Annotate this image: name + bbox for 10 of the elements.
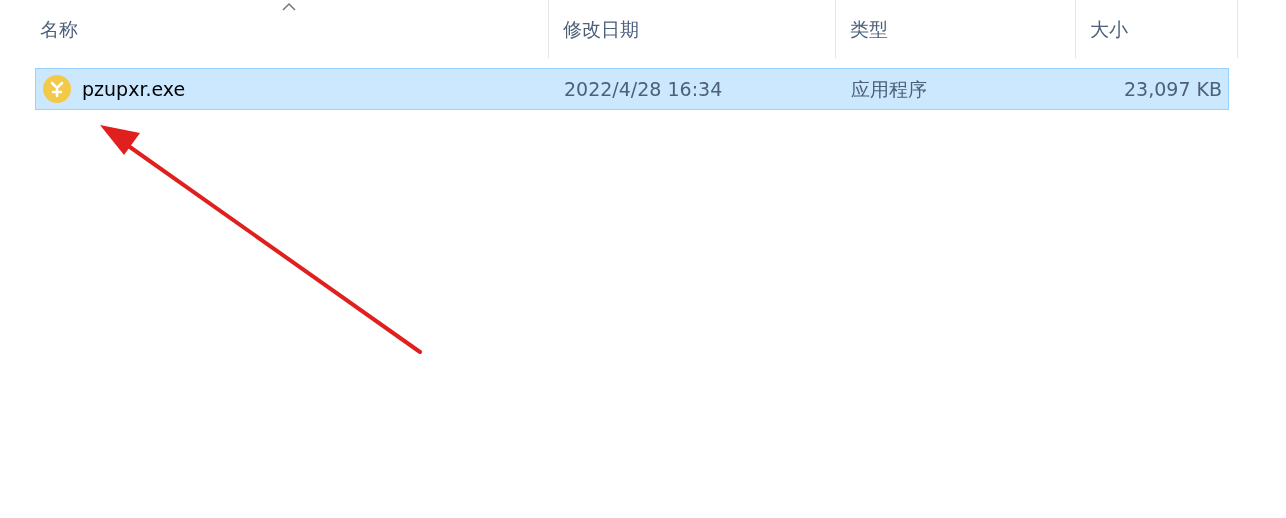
- file-size: 23,097 KB: [1123, 76, 1223, 102]
- column-header[interactable]: 大小: [1076, 0, 1238, 58]
- modified-date: 2022/4/28 16:34: [563, 76, 724, 102]
- column-header[interactable]: 类型: [836, 0, 1076, 58]
- file-row[interactable]: pzupxr.exe 2022/4/28 16:34 应用程序 23,097 KB: [35, 68, 1229, 110]
- column-header[interactable]: 修改日期: [549, 0, 836, 58]
- app-icon: [42, 74, 72, 104]
- file-type: 应用程序: [850, 76, 928, 102]
- column-header[interactable]: 名称: [0, 0, 549, 58]
- file-name: pzupxr.exe: [82, 76, 186, 102]
